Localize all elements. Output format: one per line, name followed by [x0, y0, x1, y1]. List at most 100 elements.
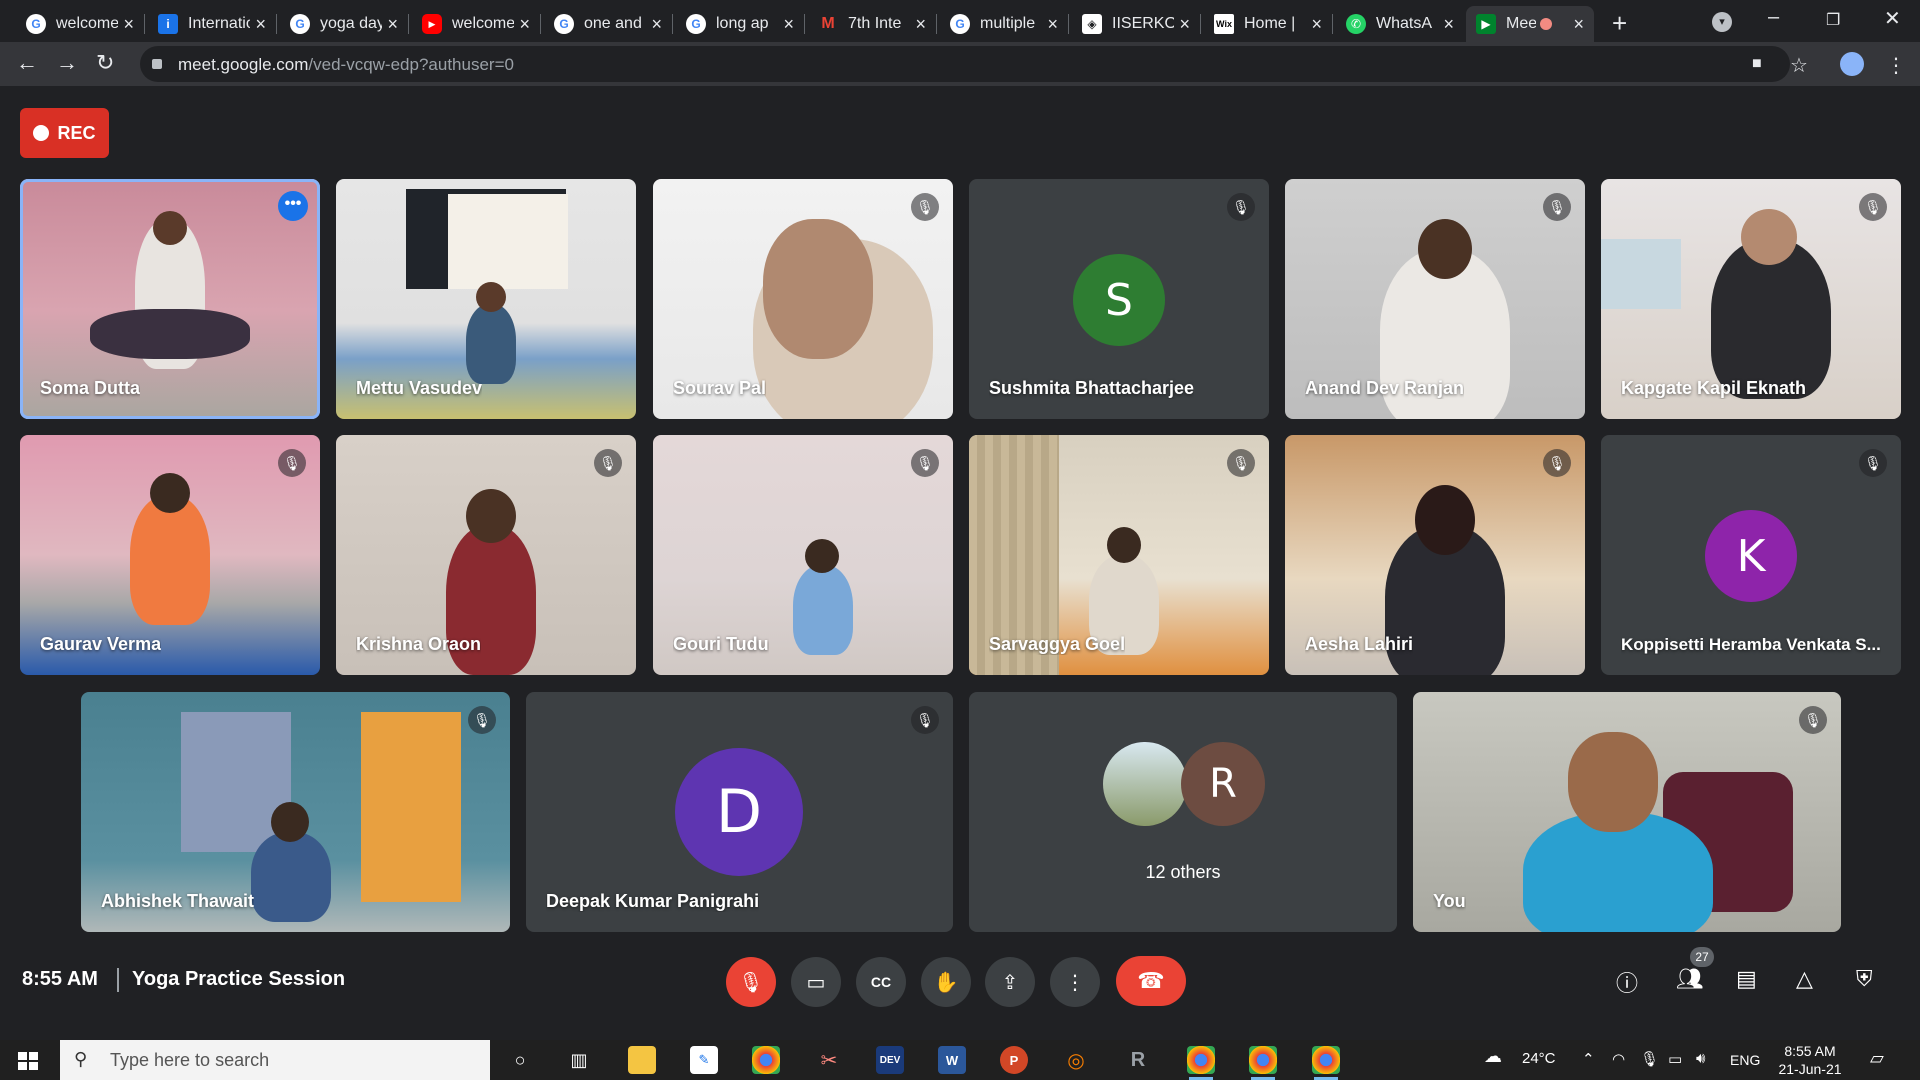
- browser-tab[interactable]: ✆ WhatsA ×: [1336, 6, 1464, 42]
- chrome-icon[interactable]: [1187, 1046, 1215, 1080]
- weather-cloud-icon[interactable]: ☁: [1484, 1046, 1502, 1067]
- close-icon[interactable]: ×: [1443, 14, 1454, 35]
- present-screen-button[interactable]: ⇪: [985, 957, 1035, 1007]
- system-clock[interactable]: 8:55 AM 21-Jun-21: [1770, 1042, 1850, 1078]
- browser-tab[interactable]: Wix Home | ×: [1204, 6, 1332, 42]
- browser-tab[interactable]: M 7th Inte ×: [808, 6, 936, 42]
- menu-dots-icon[interactable]: ⋮: [1886, 53, 1906, 78]
- meeting-details-button[interactable]: ⓘ: [1616, 966, 1638, 998]
- window-close-icon[interactable]: ✕: [1884, 6, 1901, 31]
- paint-app-icon[interactable]: ✎: [690, 1046, 718, 1074]
- participant-tile[interactable]: 🎙︎ Anand Dev Ranjan: [1285, 179, 1585, 419]
- word-icon[interactable]: W: [938, 1046, 966, 1074]
- browser-tab[interactable]: G yoga day ×: [280, 6, 408, 42]
- participant-tile[interactable]: 🎙︎ Kapgate Kapil Eknath: [1601, 179, 1901, 419]
- close-icon[interactable]: ×: [519, 14, 530, 35]
- participant-tile[interactable]: 🎙︎ Sourav Pal: [653, 179, 953, 419]
- microphone-toggle-button[interactable]: 🎙︎: [726, 957, 776, 1007]
- captions-button[interactable]: CC: [856, 957, 906, 1007]
- chrome-icon[interactable]: [1249, 1046, 1277, 1080]
- others-tile[interactable]: R 12 others: [969, 692, 1397, 932]
- close-icon[interactable]: ×: [1179, 14, 1190, 35]
- battery-icon[interactable]: ▭: [1668, 1050, 1682, 1068]
- bookmark-star-icon[interactable]: ☆: [1790, 53, 1808, 78]
- browser-tab[interactable]: i International ×: [148, 6, 276, 42]
- windows-start-icon[interactable]: [18, 1052, 38, 1070]
- close-icon[interactable]: ×: [387, 14, 398, 35]
- minimize-icon[interactable]: –: [1768, 6, 1779, 29]
- chevron-up-icon[interactable]: ⌃: [1582, 1050, 1595, 1068]
- reload-icon[interactable]: ↻: [96, 50, 114, 76]
- powerpoint-icon[interactable]: P: [1000, 1046, 1028, 1074]
- browser-tab[interactable]: G welcome ×: [16, 6, 144, 42]
- tab-search-icon[interactable]: ▾: [1712, 12, 1732, 32]
- participant-avatar: S: [1073, 254, 1165, 346]
- raise-hand-button[interactable]: ✋: [921, 957, 971, 1007]
- participant-tile[interactable]: 🎙︎ Krishna Oraon: [336, 435, 636, 675]
- wix-icon: Wix: [1214, 14, 1234, 34]
- close-icon[interactable]: ×: [783, 14, 794, 35]
- google-icon: G: [950, 14, 970, 34]
- cortana-icon[interactable]: ○: [506, 1046, 534, 1074]
- tab-label: long ap: [716, 15, 769, 32]
- close-icon[interactable]: ×: [915, 14, 926, 35]
- activities-button[interactable]: △: [1796, 966, 1813, 992]
- self-tile[interactable]: 🎙︎ You: [1413, 692, 1841, 932]
- more-options-button[interactable]: ⋮: [1050, 957, 1100, 1007]
- devc-app-icon[interactable]: DEV: [876, 1046, 904, 1074]
- jupyter-icon[interactable]: ◎: [1062, 1046, 1090, 1074]
- leave-call-button[interactable]: ☎: [1116, 956, 1186, 1006]
- close-icon[interactable]: ×: [1311, 14, 1322, 35]
- participant-tile[interactable]: D 🎙︎ Deepak Kumar Panigrahi: [526, 692, 953, 932]
- language-indicator[interactable]: ENG: [1730, 1052, 1760, 1068]
- mic-off-icon: 🎙︎: [911, 449, 939, 477]
- people-button[interactable]: 👥︎: [1676, 966, 1704, 992]
- participant-tile[interactable]: 🎙︎ Abhishek Thawait: [81, 692, 510, 932]
- more-options-button[interactable]: •••: [278, 191, 308, 221]
- snip-tool-icon[interactable]: ✂: [815, 1046, 843, 1074]
- camera-icon[interactable]: ■: [1752, 55, 1762, 73]
- participant-name: Abhishek Thawait: [101, 891, 255, 911]
- participant-tile[interactable]: 🎙︎ Gouri Tudu: [653, 435, 953, 675]
- participant-tile[interactable]: 🎙︎ Aesha Lahiri: [1285, 435, 1585, 675]
- close-icon[interactable]: ×: [123, 14, 134, 35]
- browser-tab-active[interactable]: ▶ Mee ×: [1466, 6, 1594, 42]
- close-icon[interactable]: ×: [255, 14, 266, 35]
- new-tab-button[interactable]: +: [1612, 8, 1627, 39]
- browser-tab[interactable]: ◈ IISERKO ×: [1072, 6, 1200, 42]
- r-app-icon[interactable]: R: [1124, 1046, 1152, 1074]
- browser-tab[interactable]: G one and ×: [544, 6, 672, 42]
- close-icon[interactable]: ×: [1047, 14, 1058, 35]
- weather-temperature[interactable]: 24°C: [1522, 1050, 1556, 1067]
- browser-tab[interactable]: G long ap ×: [676, 6, 804, 42]
- chat-button[interactable]: ▤: [1736, 966, 1757, 992]
- close-icon[interactable]: ×: [1573, 14, 1584, 35]
- profile-avatar-icon[interactable]: [1840, 52, 1864, 76]
- chrome-icon[interactable]: [1312, 1046, 1340, 1080]
- microphone-icon[interactable]: 🎙︎: [1640, 1050, 1659, 1068]
- close-icon[interactable]: ×: [651, 14, 662, 35]
- browser-tab[interactable]: ▶ welcome ×: [412, 6, 540, 42]
- url-text[interactable]: meet.google.com/ved-vcqw-edp?authuser=0: [178, 55, 514, 75]
- participant-tile[interactable]: 🎙︎ Sarvaggya Goel: [969, 435, 1269, 675]
- taskbar-search-box[interactable]: ⚲ Type here to search: [60, 1040, 490, 1080]
- participant-tile[interactable]: Mettu Vasudev: [336, 179, 636, 419]
- file-explorer-icon[interactable]: [628, 1046, 656, 1074]
- participant-tile[interactable]: ••• Soma Dutta: [20, 179, 320, 419]
- notifications-icon[interactable]: ▱: [1870, 1048, 1884, 1069]
- forward-icon[interactable]: →: [56, 50, 78, 76]
- wifi-icon[interactable]: ◠: [1612, 1050, 1625, 1068]
- chrome-icon[interactable]: [752, 1046, 780, 1074]
- task-view-icon[interactable]: ▥: [565, 1046, 593, 1074]
- host-controls-button[interactable]: ⛨: [1856, 966, 1873, 992]
- camera-toggle-button[interactable]: ▭: [791, 957, 841, 1007]
- participant-tile[interactable]: K 🎙︎ Koppisetti Heramba Venkata S...: [1601, 435, 1901, 675]
- participant-name: You: [1433, 891, 1466, 911]
- browser-tab[interactable]: G multiple ×: [940, 6, 1068, 42]
- restore-icon[interactable]: ❐: [1826, 10, 1840, 30]
- participant-tile[interactable]: 🎙︎ Gaurav Verma: [20, 435, 320, 675]
- participant-tile[interactable]: S 🎙︎ Sushmita Bhattacharjee: [969, 179, 1269, 419]
- mic-off-icon: 🎙︎: [468, 706, 496, 734]
- volume-icon[interactable]: 🔊︎: [1696, 1050, 1705, 1067]
- back-icon[interactable]: ←: [16, 50, 38, 76]
